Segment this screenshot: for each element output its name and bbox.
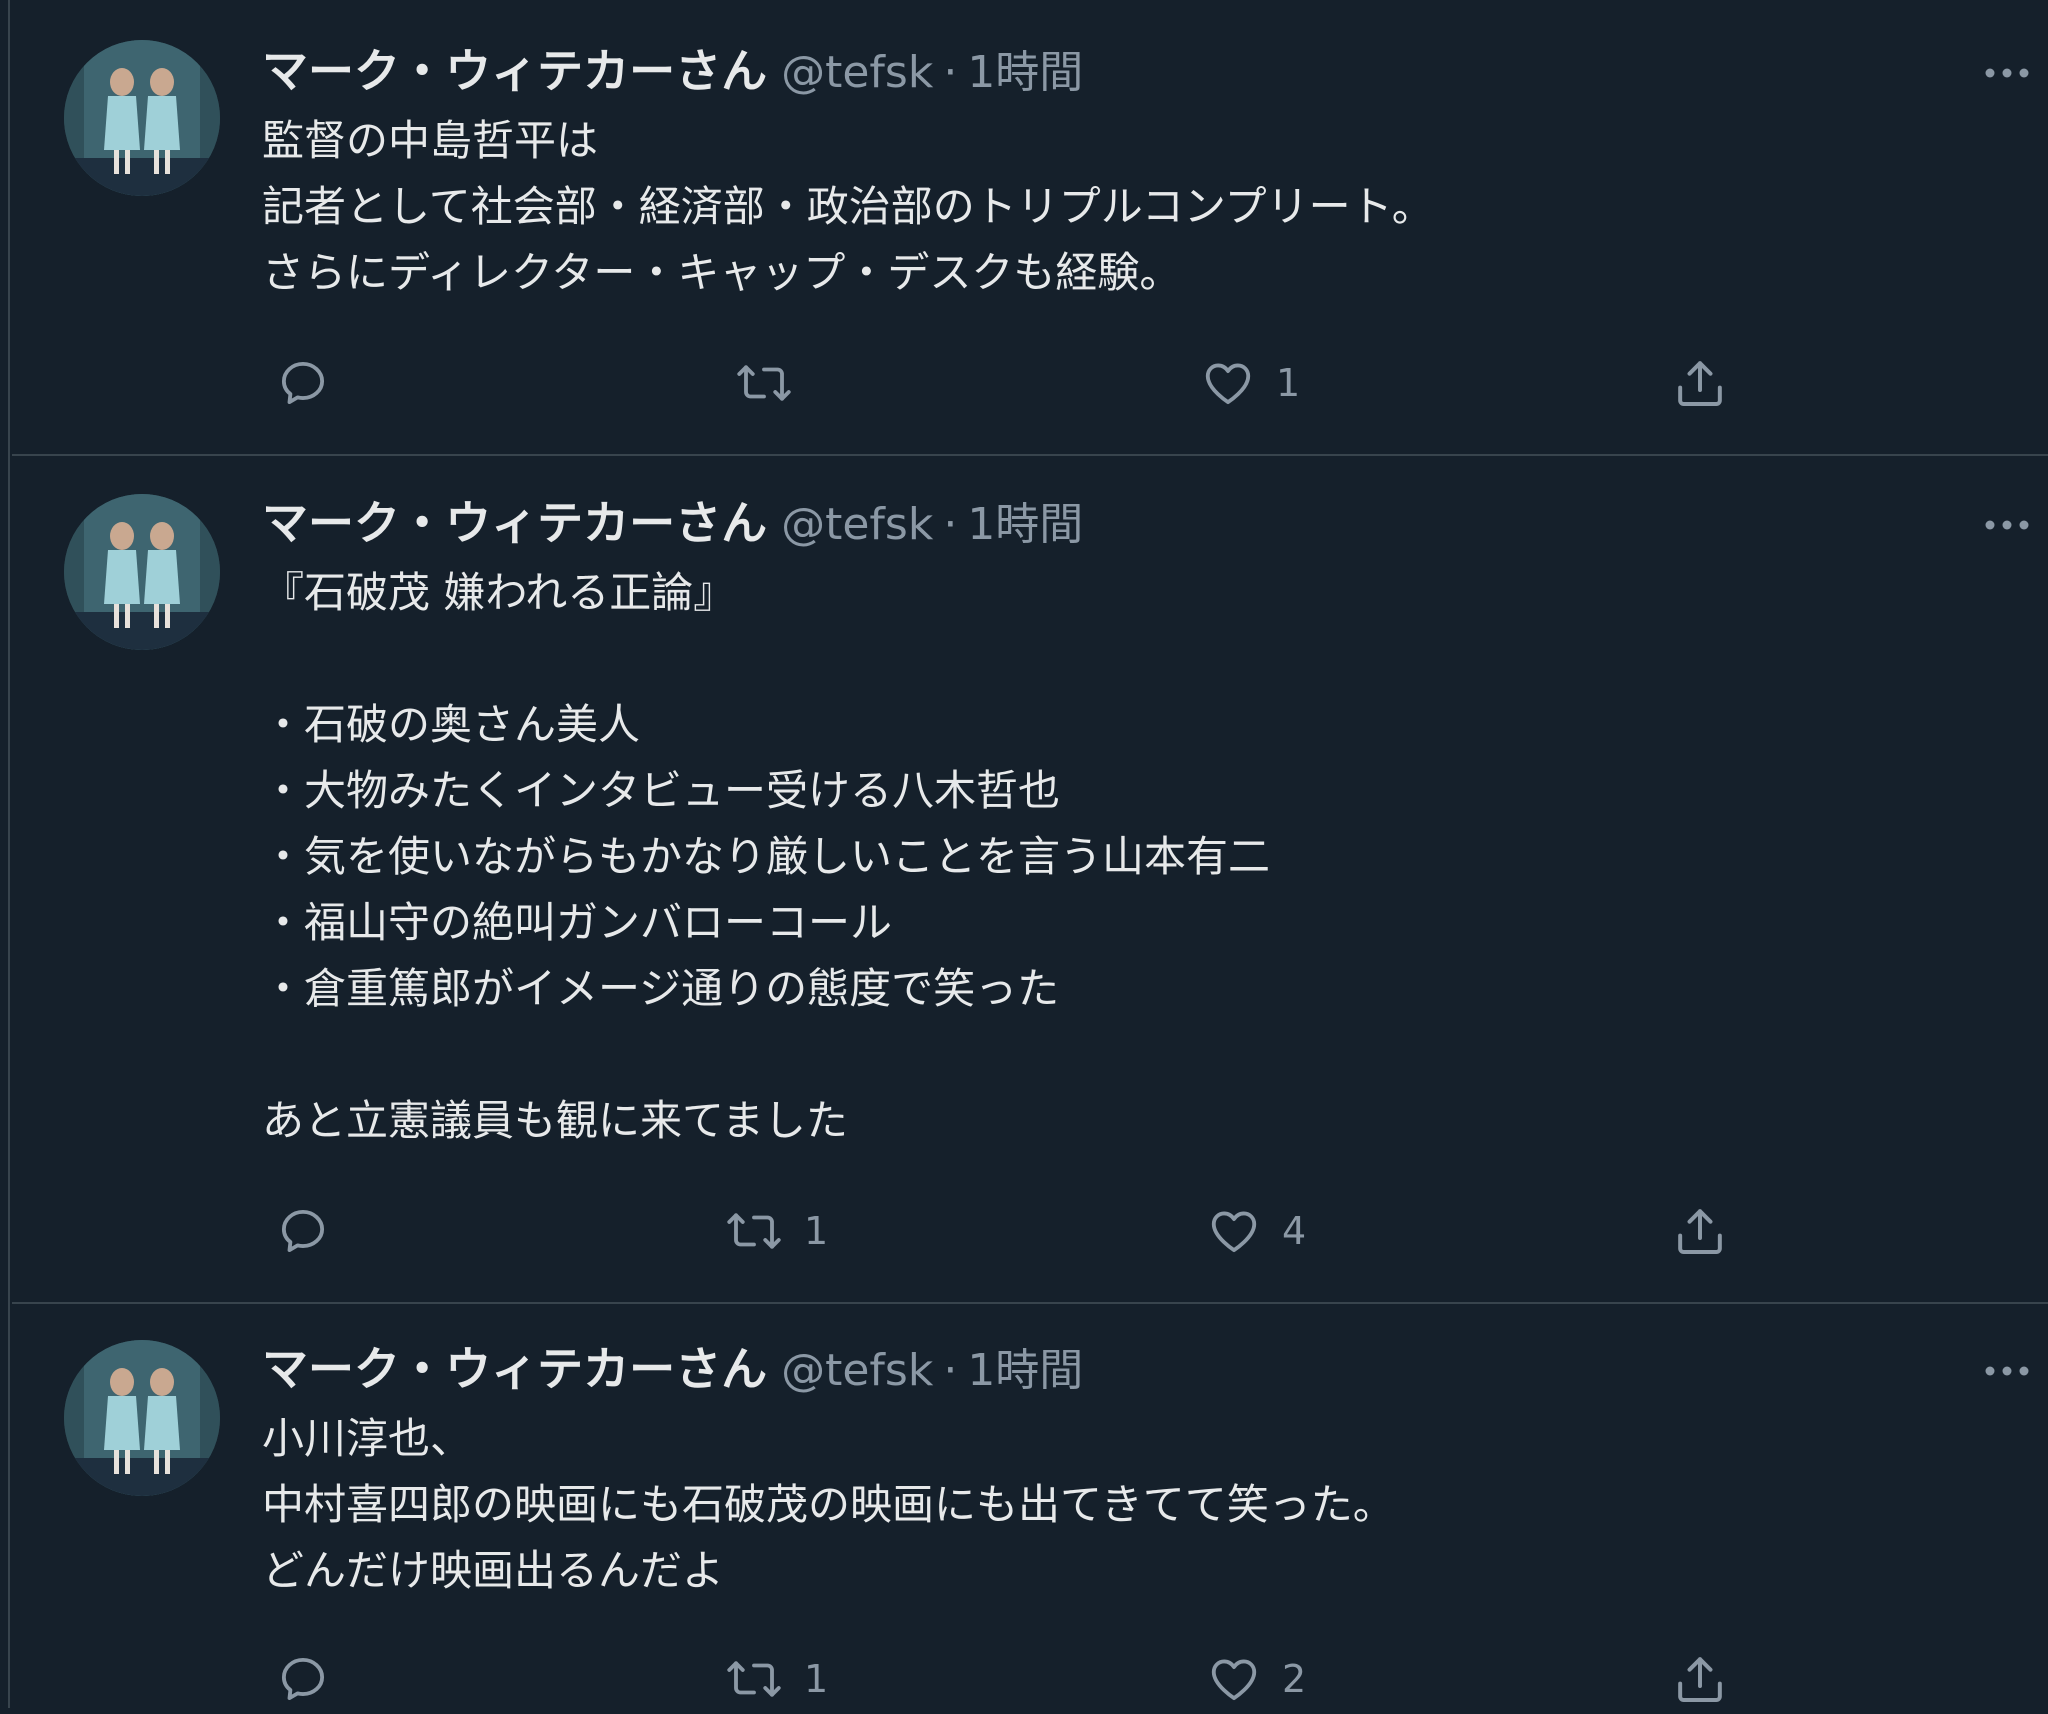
- like-icon: [1211, 1211, 1257, 1253]
- like-button[interactable]: 4: [1206, 1196, 1306, 1266]
- like-count: 4: [1282, 1209, 1307, 1253]
- display-name[interactable]: マーク・ウィテカーさん: [262, 1342, 767, 1396]
- avatar[interactable]: [64, 40, 220, 196]
- retweet-button[interactable]: [734, 348, 814, 418]
- avatar-image-icon: [64, 494, 220, 650]
- tweet-header: マーク・ウィテカーさん @tefsk · 1時間: [262, 38, 1083, 104]
- more-icon[interactable]: [1982, 1356, 2032, 1386]
- timeline-left-border: [0, 0, 10, 1708]
- retweet-button[interactable]: 1: [724, 1644, 828, 1714]
- reply-button[interactable]: [276, 1644, 350, 1714]
- avatar-image-icon: [64, 40, 220, 196]
- user-handle[interactable]: @tefsk: [781, 1345, 933, 1396]
- reply-button[interactable]: [276, 1196, 350, 1266]
- retweet-icon: [727, 1661, 781, 1697]
- tweet-text: 監督の中島哲平は 記者として社会部・経済部・政治部のトリプルコンプリート。 さら…: [262, 116, 1434, 297]
- user-handle[interactable]: @tefsk: [781, 47, 933, 98]
- avatar[interactable]: [64, 494, 220, 650]
- more-icon[interactable]: [1982, 510, 2032, 540]
- like-icon: [1211, 1659, 1257, 1701]
- tweet-header: マーク・ウィテカーさん @tefsk · 1時間: [262, 1336, 1083, 1402]
- tweet-text: 小川淳也、 中村喜四郎の映画にも石破茂の映画にも出てきてて笑った。 どんだけ映画…: [262, 1414, 1395, 1595]
- share-icon: [1678, 361, 1722, 406]
- tweet[interactable]: マーク・ウィテカーさん @tefsk · 1時間 監督の中島哲平は 記者として社会部・…: [12, 0, 2048, 456]
- timestamp[interactable]: 1時間: [967, 499, 1083, 550]
- retweet-button[interactable]: 1: [724, 1196, 828, 1266]
- timestamp[interactable]: 1時間: [967, 47, 1083, 98]
- share-button[interactable]: [1672, 1644, 1728, 1714]
- like-count: 1: [1276, 361, 1301, 405]
- like-button[interactable]: 1: [1200, 348, 1300, 418]
- tweet[interactable]: マーク・ウィテカーさん @tefsk · 1時間 小川淳也、 中村喜四郎の映画にも石破…: [12, 1304, 2048, 1708]
- retweet-count: 1: [804, 1657, 829, 1701]
- like-button[interactable]: 2: [1206, 1644, 1306, 1714]
- retweet-icon: [727, 1213, 781, 1249]
- avatar[interactable]: [64, 1340, 220, 1496]
- reply-icon: [281, 1209, 325, 1253]
- display-name[interactable]: マーク・ウィテカーさん: [262, 44, 767, 98]
- timestamp[interactable]: 1時間: [967, 1345, 1083, 1396]
- share-button[interactable]: [1672, 1196, 1728, 1266]
- retweet-icon: [737, 365, 791, 401]
- retweet-count: 1: [804, 1209, 829, 1253]
- action-bar: 1: [262, 348, 1762, 418]
- separator-dot: ·: [943, 1345, 958, 1396]
- more-icon[interactable]: [1982, 58, 2032, 88]
- avatar-image-icon: [64, 1340, 220, 1496]
- tweet-header: マーク・ウィテカーさん @tefsk · 1時間: [262, 490, 1083, 556]
- tweet-text: 『石破茂 嫌われる正論』 ・石破の奥さん美人 ・大物みたくインタビュー受ける八木…: [262, 568, 1271, 1145]
- reply-button[interactable]: [276, 348, 350, 418]
- tweet[interactable]: マーク・ウィテカーさん @tefsk · 1時間 『石破茂 嫌われる正論』 ・石破の奥…: [12, 456, 2048, 1304]
- like-icon: [1205, 363, 1251, 405]
- display-name[interactable]: マーク・ウィテカーさん: [262, 496, 767, 550]
- user-handle[interactable]: @tefsk: [781, 499, 933, 550]
- like-count: 2: [1282, 1657, 1307, 1701]
- reply-icon: [281, 1657, 325, 1701]
- separator-dot: ·: [943, 499, 958, 550]
- share-button[interactable]: [1672, 348, 1728, 418]
- reply-icon: [281, 361, 325, 405]
- separator-dot: ·: [943, 47, 958, 98]
- share-icon: [1678, 1657, 1722, 1702]
- action-bar: 1 4: [262, 1196, 1762, 1266]
- share-icon: [1678, 1209, 1722, 1254]
- action-bar: 1 2: [262, 1644, 1762, 1714]
